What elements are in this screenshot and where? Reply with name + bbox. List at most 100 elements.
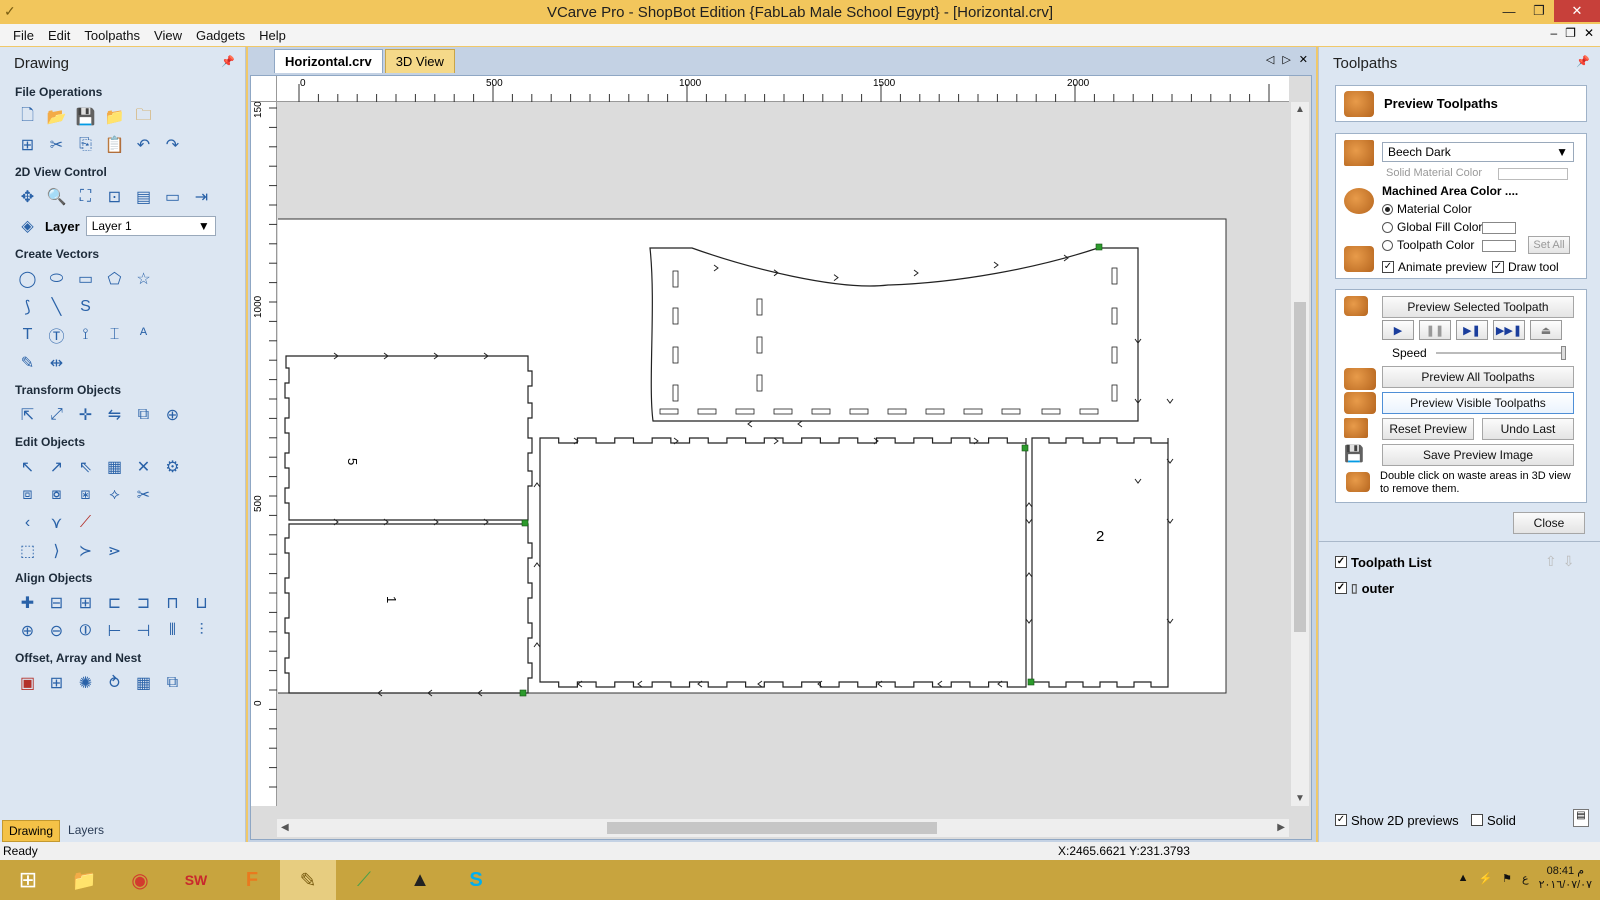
interactive-select-icon[interactable]: ▦: [103, 456, 126, 479]
scroll-left-icon[interactable]: ◀: [281, 822, 289, 833]
radio-button[interactable]: [1382, 239, 1393, 251]
chrome-icon[interactable]: ◉: [112, 860, 168, 900]
checkbox-checked[interactable]: ✓: [1492, 261, 1504, 273]
fast-forward-icon[interactable]: ▶▶❚: [1493, 320, 1525, 340]
distort-icon[interactable]: ⧉: [132, 404, 155, 427]
pin-icon[interactable]: 📌: [221, 55, 235, 68]
toolpath-list-checkbox[interactable]: ✓: [1335, 556, 1347, 568]
inkscape-icon[interactable]: ▲: [392, 860, 448, 900]
text-icon[interactable]: T: [16, 324, 39, 347]
pause-icon[interactable]: ❚❚: [1419, 320, 1451, 340]
radio-toolpath-color[interactable]: Toolpath Color: [1382, 236, 1474, 254]
circle-icon[interactable]: ◯: [16, 268, 39, 291]
flag-icon[interactable]: ⚑: [1502, 872, 1512, 885]
draw-tool-icon[interactable]: ✎: [16, 352, 39, 375]
radio-button[interactable]: [1382, 221, 1393, 233]
redo-icon[interactable]: ↷: [161, 134, 184, 157]
polyline-icon[interactable]: ⟆: [16, 296, 39, 319]
paste-icon[interactable]: 📋: [103, 134, 126, 157]
fusion-360-icon[interactable]: F: [224, 860, 280, 900]
scroll-down-icon[interactable]: ▼: [1295, 793, 1305, 804]
extend-icon[interactable]: ‹: [16, 512, 39, 535]
align-horizontal-icon[interactable]: ⊟: [45, 592, 68, 615]
align-right-icon[interactable]: ⊐: [132, 592, 155, 615]
horizontal-scrollbar[interactable]: ◀ ▶: [277, 819, 1289, 837]
doc-restore-icon[interactable]: ❐: [1565, 26, 1576, 40]
vertical-scroll-thumb[interactable]: [1294, 302, 1306, 632]
menu-toolpaths[interactable]: Toolpaths: [77, 28, 147, 43]
distribute-vertical-icon[interactable]: ⫶: [190, 620, 213, 643]
checkbox-checked[interactable]: ✓: [1335, 814, 1347, 826]
fillet-icon[interactable]: ⟡: [103, 484, 126, 507]
tray-expand-icon[interactable]: ▲: [1458, 872, 1469, 884]
vcarve-icon[interactable]: ✎: [280, 860, 336, 900]
line-icon[interactable]: ╲: [45, 296, 68, 319]
select-icon[interactable]: ↖: [16, 456, 39, 479]
drawing-view[interactable]: 5 1 2: [278, 103, 1289, 806]
text-bend-icon[interactable]: ᴬ: [132, 324, 155, 347]
cura-icon[interactable]: ⟋: [336, 860, 392, 900]
toolpath-summary-icon[interactable]: ▤: [1573, 809, 1589, 827]
menu-view[interactable]: View: [147, 28, 189, 43]
close-button[interactable]: Close: [1513, 512, 1585, 534]
checkbox-checked[interactable]: ✓: [1382, 261, 1394, 273]
mirror-icon[interactable]: ⇋: [103, 404, 126, 427]
step-forward-icon[interactable]: ▶❚: [1456, 320, 1488, 340]
align-left-icon[interactable]: ⊏: [103, 592, 126, 615]
global-fill-color-picker[interactable]: [1482, 222, 1516, 234]
app-logo-icon[interactable]: ✓: [4, 3, 20, 19]
move-down-icon[interactable]: ⇩: [1563, 553, 1575, 570]
import-bitmap-icon[interactable]: 🗀: [132, 106, 155, 129]
vertical-scrollbar[interactable]: ▲ ▼: [1291, 102, 1309, 806]
align-bottom-icon[interactable]: ⊔: [190, 592, 213, 615]
menu-file[interactable]: File: [6, 28, 41, 43]
toolpath-visible-checkbox[interactable]: ✓: [1335, 582, 1347, 594]
clock[interactable]: 08:41 م ٢٠١٦/٠٧/٠٧: [1539, 864, 1592, 892]
subtract-icon[interactable]: ⧇: [45, 484, 68, 507]
close-icon[interactable]: ✕: [1554, 0, 1600, 22]
star-icon[interactable]: ☆: [132, 268, 155, 291]
skip-to-top-icon[interactable]: ⏏: [1530, 320, 1562, 340]
radio-global-fill-color[interactable]: Global Fill Color: [1382, 218, 1482, 236]
open-file-icon[interactable]: 📂: [45, 106, 68, 129]
tab-close-icon[interactable]: ✕: [1299, 53, 1308, 66]
dogbone-icon[interactable]: ≻: [74, 540, 97, 563]
keyboard-language[interactable]: ع: [1522, 872, 1529, 885]
tab-scroll-right-icon[interactable]: ▷: [1282, 53, 1290, 66]
delete-icon[interactable]: ✕: [132, 456, 155, 479]
new-file-icon[interactable]: 🗋: [16, 106, 39, 129]
save-preview-image-button[interactable]: Save Preview Image: [1382, 444, 1574, 466]
tab-layers[interactable]: Layers: [62, 820, 110, 842]
space-horizontal-icon[interactable]: ⊢: [103, 620, 126, 643]
intersect-icon[interactable]: ⧆: [74, 484, 97, 507]
center-horizontal-icon[interactable]: ⊖: [45, 620, 68, 643]
preview-visible-toolpaths-button[interactable]: Preview Visible Toolpaths: [1382, 392, 1574, 414]
tab-horizontal-crv[interactable]: Horizontal.crv: [274, 49, 383, 73]
reset-preview-button[interactable]: Reset Preview: [1382, 418, 1474, 440]
scroll-up-icon[interactable]: ▲: [1295, 104, 1305, 115]
undo-icon[interactable]: ↶: [132, 134, 155, 157]
text-arc-icon[interactable]: ⌶: [103, 324, 126, 347]
radio-button[interactable]: [1382, 203, 1393, 215]
center-object-icon[interactable]: ⊕: [16, 620, 39, 643]
align-center-icon[interactable]: ✛: [74, 404, 97, 427]
rectangle-icon[interactable]: ▭: [74, 268, 97, 291]
dimension-icon[interactable]: ⇹: [45, 352, 68, 375]
zoom-icon[interactable]: 🔍: [45, 186, 68, 209]
weld-icon[interactable]: ⧈: [16, 484, 39, 507]
menu-help[interactable]: Help: [252, 28, 293, 43]
tab-scroll-left-icon[interactable]: ◁: [1266, 53, 1274, 66]
set-all-button[interactable]: Set All: [1528, 236, 1570, 254]
trim-icon[interactable]: ✂: [132, 484, 155, 507]
align-center-page-icon[interactable]: ✚: [16, 592, 39, 615]
align-top-icon[interactable]: ⊓: [161, 592, 184, 615]
node-edit-icon[interactable]: ↗: [45, 456, 68, 479]
restore-icon[interactable]: ❐: [1524, 0, 1554, 22]
toolpath-color-picker[interactable]: [1482, 240, 1516, 252]
minimize-icon[interactable]: —: [1494, 0, 1524, 22]
measure-icon[interactable]: ⚙: [161, 456, 184, 479]
smooth-icon[interactable]: ⟋: [74, 512, 97, 535]
tabs-icon[interactable]: ⋗: [103, 540, 126, 563]
play-icon[interactable]: ▶: [1382, 320, 1414, 340]
move-up-icon[interactable]: ⇧: [1545, 553, 1557, 570]
